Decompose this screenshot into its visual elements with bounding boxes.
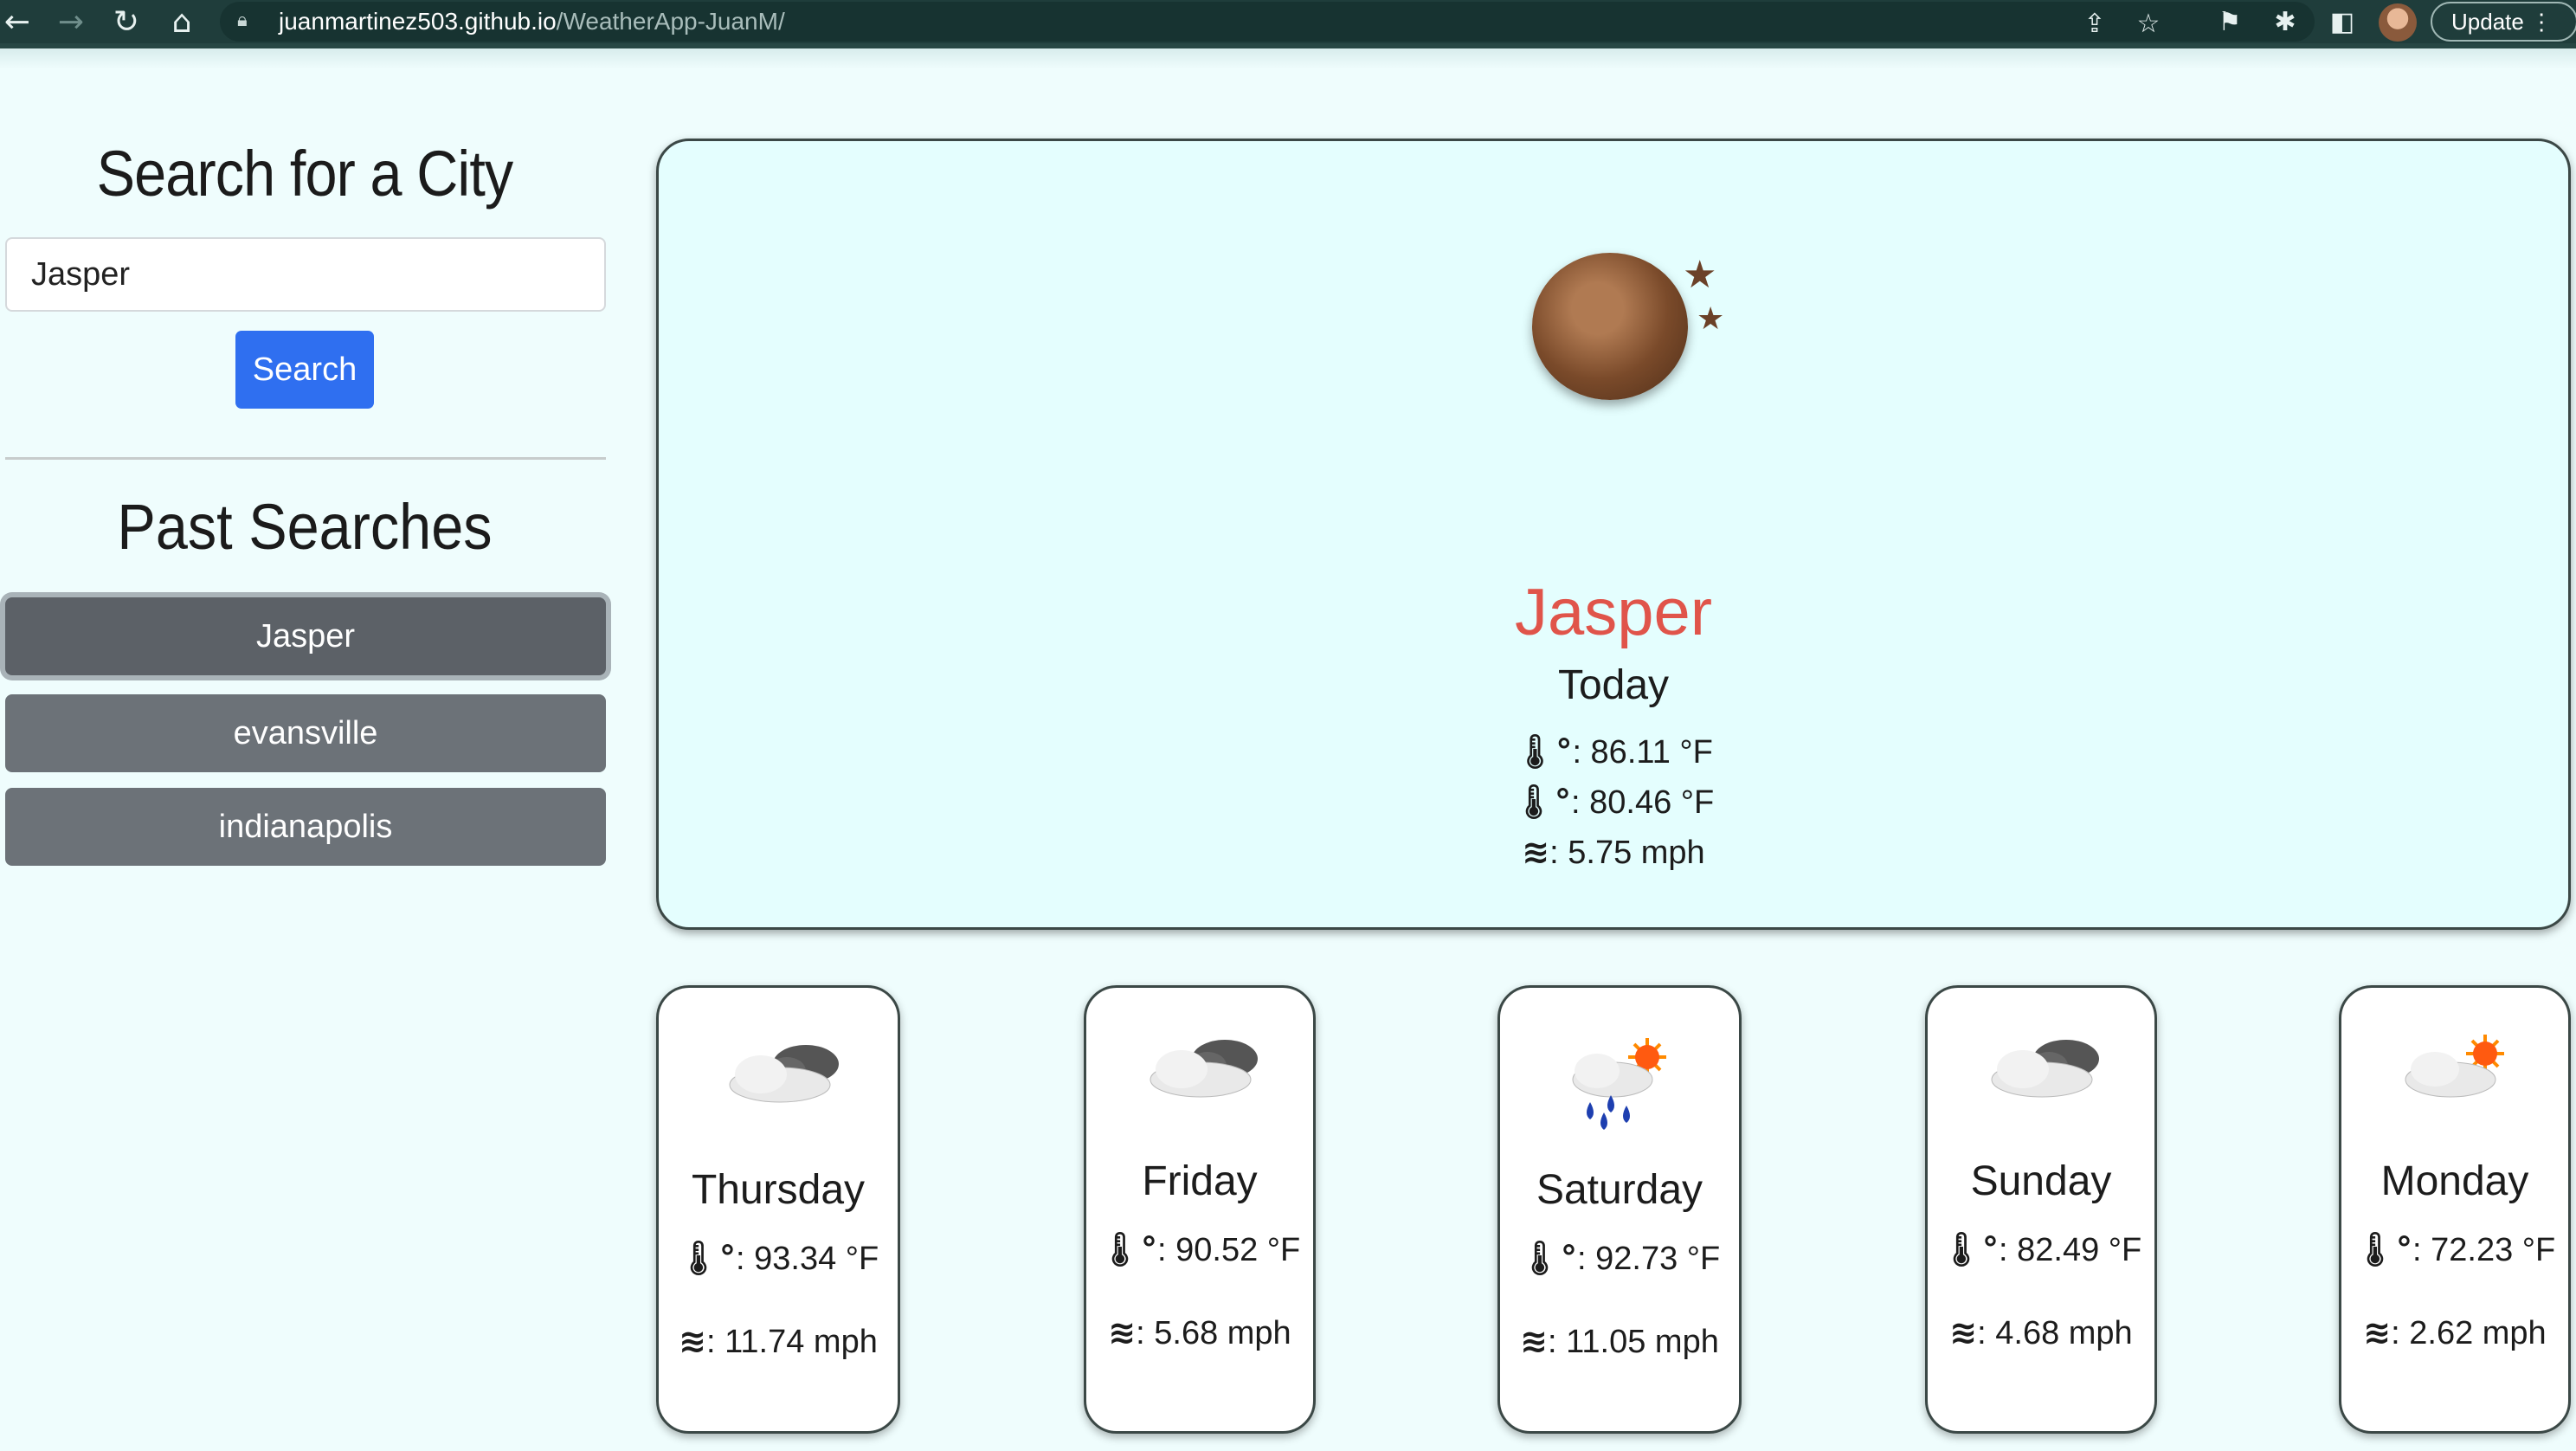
forecast-card-monday: Monday 🌡︎°: 72.23 °F ≋: 2.62 mph bbox=[2339, 985, 2571, 1434]
thermometer-icon: 🌡︎° bbox=[1512, 783, 1572, 821]
wind-icon: ≋ bbox=[1108, 1313, 1137, 1351]
toolbar-shadow bbox=[0, 48, 2576, 69]
rain-sun-icon bbox=[1500, 1022, 1739, 1130]
extensions-puzzle-icon[interactable]: ✱ bbox=[2268, 5, 2302, 40]
divider bbox=[5, 457, 606, 460]
past-search-button[interactable]: Jasper bbox=[5, 597, 606, 675]
forecast-temp: 🌡︎°: 90.52 °F bbox=[1098, 1230, 1301, 1268]
wind-icon: ≋ bbox=[1522, 833, 1550, 871]
avatar[interactable] bbox=[2379, 3, 2417, 42]
browser-toolbar: ← → ↻ ⌂ 🔒︎ juanmartinez503.github.io/Wea… bbox=[0, 0, 2576, 48]
forecast-temp: 🌡︎°: 72.23 °F bbox=[2354, 1230, 2556, 1268]
cloudy-icon bbox=[659, 1022, 898, 1126]
forecast-wind: ≋: 4.68 mph bbox=[1949, 1313, 2133, 1351]
forecast-temp: 🌡︎°: 93.34 °F bbox=[677, 1239, 879, 1277]
partly-sunny-icon bbox=[2341, 1022, 2568, 1126]
forecast-card-friday: Friday 🌡︎°: 90.52 °F ≋: 5.68 mph bbox=[1084, 985, 1316, 1434]
city-name: Jasper bbox=[1514, 576, 1713, 649]
forecast-card-thursday: Thursday 🌡︎°: 93.34 °F ≋: 11.74 mph bbox=[656, 985, 900, 1434]
bookmark-star-icon[interactable]: ☆ bbox=[2131, 7, 2166, 42]
forecast-wind: ≋: 5.68 mph bbox=[1108, 1313, 1291, 1351]
thermometer-icon: 🌡︎° bbox=[677, 1239, 737, 1277]
forecast-wind: ≋: 11.74 mph bbox=[679, 1322, 878, 1360]
cloudy-icon bbox=[1086, 1022, 1313, 1126]
today-low-temp: 🌡︎°: 80.46 °F bbox=[1512, 783, 1715, 821]
forecast-day: Saturday bbox=[1536, 1167, 1703, 1213]
address-bar[interactable]: 🔒︎ juanmartinez503.github.io/WeatherApp-… bbox=[220, 2, 2315, 42]
forecast-temp: 🌡︎°: 92.73 °F bbox=[1518, 1239, 1721, 1277]
thermometer-icon: 🌡︎° bbox=[1940, 1230, 2000, 1268]
forecast-card-saturday: Saturday 🌡︎°: 92.73 °F ≋: 11.05 mph bbox=[1497, 985, 1742, 1434]
update-button[interactable]: Update ⋮ bbox=[2431, 2, 2576, 42]
url-text: juanmartinez503.github.io/WeatherApp-Jua… bbox=[279, 8, 785, 35]
forward-icon[interactable]: → bbox=[54, 5, 88, 40]
cloudy-icon bbox=[1928, 1022, 2154, 1126]
wind-icon: ≋ bbox=[2363, 1313, 2392, 1351]
extension-badge-icon[interactable]: ⚑ bbox=[2212, 5, 2247, 40]
forecast-day: Monday bbox=[2380, 1158, 2529, 1204]
search-button[interactable]: Search bbox=[235, 331, 374, 409]
past-searches-title: Past Searches bbox=[117, 491, 493, 563]
forecast-day: Sunday bbox=[1970, 1158, 2112, 1204]
today-high-temp: 🌡︎°: 86.11 °F bbox=[1514, 732, 1713, 771]
forecast-card-sunday: Sunday 🌡︎°: 82.49 °F ≋: 4.68 mph bbox=[1925, 985, 2157, 1434]
wind-icon: ≋ bbox=[1949, 1313, 1978, 1351]
thermometer-icon: 🌡︎° bbox=[2354, 1230, 2413, 1268]
past-search-button[interactable]: indianapolis bbox=[5, 788, 606, 866]
forecast-day: Friday bbox=[1142, 1158, 1258, 1204]
thermometer-icon: 🌡︎° bbox=[1098, 1230, 1158, 1268]
forecast-temp: 🌡︎°: 82.49 °F bbox=[1940, 1230, 2142, 1268]
forecast-day: Thursday bbox=[691, 1167, 866, 1213]
today-label: Today bbox=[1557, 662, 1670, 708]
city-search-input[interactable] bbox=[5, 237, 606, 312]
forecast-wind: ≋: 11.05 mph bbox=[1520, 1322, 1719, 1360]
share-icon[interactable]: ⇪ bbox=[2077, 7, 2112, 42]
lock-icon: 🔒︎ bbox=[237, 10, 248, 31]
today-wind: ≋: 5.75 mph bbox=[1522, 833, 1705, 871]
search-title: Search for a City bbox=[96, 138, 514, 210]
home-icon[interactable]: ⌂ bbox=[164, 5, 199, 40]
forecast-wind: ≋: 2.62 mph bbox=[2363, 1313, 2547, 1351]
past-search-button[interactable]: evansville bbox=[5, 694, 606, 772]
back-icon[interactable]: ← bbox=[0, 5, 35, 40]
wind-icon: ≋ bbox=[679, 1322, 706, 1360]
thermometer-icon: 🌡︎° bbox=[1514, 732, 1573, 771]
wind-icon: ≋ bbox=[1520, 1322, 1548, 1360]
reload-icon[interactable]: ↻ bbox=[109, 5, 144, 40]
thermometer-icon: 🌡︎° bbox=[1518, 1239, 1578, 1277]
side-panel-icon[interactable]: ◧ bbox=[2325, 5, 2360, 40]
